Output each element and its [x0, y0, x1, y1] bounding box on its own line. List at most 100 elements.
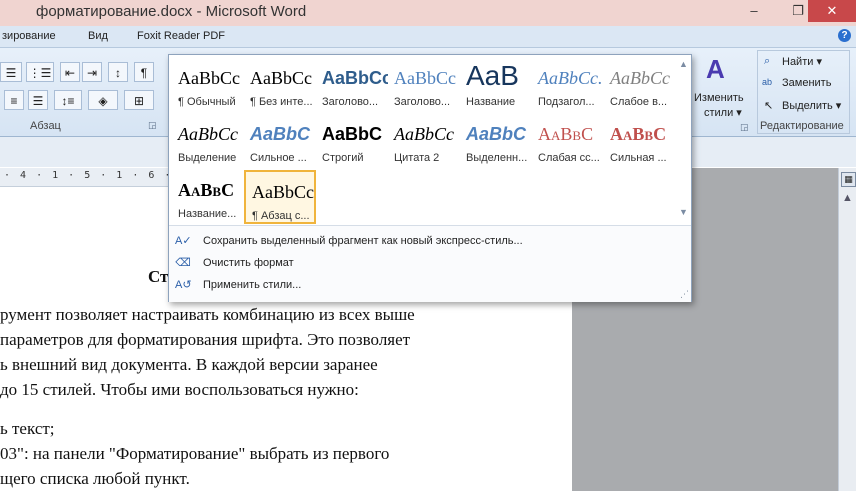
style-name: Название... [178, 208, 237, 220]
style-sample: AaBbC [538, 124, 594, 144]
paragraph-group-label: Абзац [30, 120, 61, 132]
minimize-button[interactable]: – [732, 0, 776, 22]
style-tile[interactable]: AaBbCс ¶ Без инте... [244, 58, 316, 112]
style-name: Слабая сс... [538, 152, 600, 164]
change-styles-button[interactable]: A Изменить стили ▾ [694, 52, 750, 119]
style-sample: AaB [466, 60, 519, 91]
style-tile[interactable]: AaBbC Слабая сс... [532, 114, 604, 168]
doc-heading: Ст [148, 267, 169, 286]
style-name: Заголово... [394, 96, 451, 108]
style-tile[interactable]: AaBbCс Цитата 2 [388, 114, 460, 168]
align-right-button[interactable]: ≡ [4, 90, 24, 110]
doc-line: до 15 стилей. Чтобы ими воспользоваться … [0, 380, 359, 399]
vertical-scrollbar[interactable]: ▦ ▲ [838, 168, 856, 491]
style-sample: AaBbCс [252, 182, 314, 202]
doc-line: 03": на панели "Форматирование" выбрать … [0, 444, 390, 463]
style-tile[interactable]: AaBbC Сильная ... [604, 114, 676, 168]
clear-format-icon: ⌫ [175, 257, 191, 269]
close-button[interactable]: ✕ [808, 0, 856, 22]
style-tile[interactable]: AaBbC Название... [172, 170, 244, 224]
sort-button[interactable]: ↕ [108, 62, 128, 82]
style-name: Заголово... [322, 96, 379, 108]
ribbon-tabs: зирование Вид Foxit Reader PDF ? [0, 26, 856, 48]
style-tile[interactable]: AaBbCс Заголово... [316, 58, 388, 112]
doc-line: ь внешний вид документа. В каждой версии… [0, 355, 378, 374]
style-sample: AaBbC [466, 124, 527, 144]
style-name: ¶ Без инте... [250, 96, 313, 108]
styles-gallery: AaBbCс ¶ Обычный AaBbCс ¶ Без инте... AaBbCс… [168, 54, 692, 302]
shading-button[interactable]: ◈ [88, 90, 118, 110]
gallery-scroll-down-icon[interactable]: ▼ [679, 207, 688, 217]
style-sample: AaBbCс [250, 68, 312, 88]
style-sample: AaBbCс [178, 68, 240, 88]
doc-line: параметров для форматирования шрифта. Эт… [0, 330, 411, 349]
style-sample: AaBbC [610, 124, 667, 144]
apply-styles-icon: A↺ [175, 279, 192, 291]
editing-group-label: Редактирование [760, 120, 844, 132]
style-sample: AaBbCс [322, 68, 388, 88]
select-icon: ↖ [764, 100, 774, 112]
gallery-scrollbar[interactable]: ▲ ▼ [677, 57, 691, 221]
increase-indent-button[interactable]: ⇥ [82, 62, 102, 82]
style-name: ¶ Обычный [178, 96, 236, 108]
title-bar: форматирование.docx - Microsoft Word – ❐… [0, 0, 856, 26]
style-name: ¶ Абзац с... [252, 210, 310, 222]
scroll-up-icon[interactable]: ▲ [842, 192, 853, 204]
replace-icon: ab [762, 77, 773, 87]
show-marks-button[interactable]: ¶ [134, 62, 154, 82]
style-sample: AaBbCс [610, 68, 670, 88]
find-icon: ⌕ [764, 55, 771, 67]
style-name: Строгий [322, 152, 364, 164]
style-tile[interactable]: AaBbCс ¶ Обычный [172, 58, 244, 112]
style-tile[interactable]: AaB Название [460, 58, 532, 112]
line-spacing-button[interactable]: ↕≡ [54, 90, 82, 110]
resize-grip-icon[interactable]: ⋰ [680, 289, 689, 300]
editing-group: ⌕ Найти ▾ ab Заменить ↖ Выделить ▾ Редак… [757, 50, 850, 134]
style-name: Выделение [178, 152, 237, 164]
style-tile[interactable]: AaBbC Выделенн... [460, 114, 532, 168]
save-style-icon: A✓ [175, 235, 192, 247]
tab-foxit[interactable]: Foxit Reader PDF [137, 30, 225, 42]
style-sample: AaBbC [178, 180, 235, 200]
style-name: Цитата 2 [394, 152, 440, 164]
clear-format-item[interactable]: Очистить формат [203, 257, 294, 269]
style-sample: AaBbCс [394, 124, 454, 144]
find-button[interactable]: Найти ▾ [782, 55, 822, 68]
style-tile[interactable]: AaBbC Строгий [316, 114, 388, 168]
gallery-scroll-up-icon[interactable]: ▲ [679, 59, 688, 69]
style-sample: AaBbCс [394, 68, 456, 88]
style-sample: AaBbCс [178, 124, 238, 144]
decrease-indent-button[interactable]: ⇤ [60, 62, 80, 82]
style-name: Сильное ... [250, 152, 307, 164]
style-tile[interactable]: AaBbCc. Подзагол... [532, 58, 604, 112]
style-tile[interactable]: AaBbC Сильное ... [244, 114, 316, 168]
select-button[interactable]: Выделить ▾ [782, 99, 841, 112]
style-name: Название [466, 96, 516, 108]
apply-styles-item[interactable]: Применить стили... [203, 279, 301, 291]
style-sample: AaBbC [250, 124, 311, 144]
style-tile[interactable]: AaBbCс Выделение [172, 114, 244, 168]
multilevel-list-button[interactable]: ⋮☰ [26, 62, 54, 82]
doc-line: ь текст; [0, 419, 55, 438]
doc-line: щего списка любой пункт. [0, 469, 190, 488]
tab-review[interactable]: зирование [2, 30, 56, 42]
style-sample: AaBbC [322, 124, 383, 144]
style-tile[interactable]: AaBbCс Слабое в... [604, 58, 676, 112]
style-tile[interactable]: AaBbCс Заголово... [388, 58, 460, 112]
view-ruler-icon[interactable]: ▦ [841, 172, 856, 187]
style-name: Подзагол... [538, 96, 595, 108]
window-title: форматирование.docx - Microsoft Word [36, 3, 307, 20]
save-quick-style-item[interactable]: Сохранить выделенный фрагмент как новый … [203, 235, 523, 247]
style-name: Сильная ... [610, 152, 667, 164]
doc-line: румент позволяет настраивать комбинацию … [0, 305, 415, 324]
replace-button[interactable]: Заменить [782, 77, 831, 89]
style-tile[interactable]: AaBbCс ¶ Абзац с... [244, 170, 316, 224]
justify-button[interactable]: ☰ [28, 90, 48, 110]
styles-dialog-launcher-icon[interactable]: ◲ [740, 122, 749, 133]
borders-button[interactable]: ⊞ [124, 90, 154, 110]
help-icon[interactable]: ? [838, 29, 851, 42]
bullets-button[interactable]: ☰ [0, 62, 22, 82]
tab-view[interactable]: Вид [88, 30, 108, 42]
change-styles-icon: A [706, 54, 725, 84]
dialog-launcher-icon[interactable]: ◲ [148, 120, 157, 131]
